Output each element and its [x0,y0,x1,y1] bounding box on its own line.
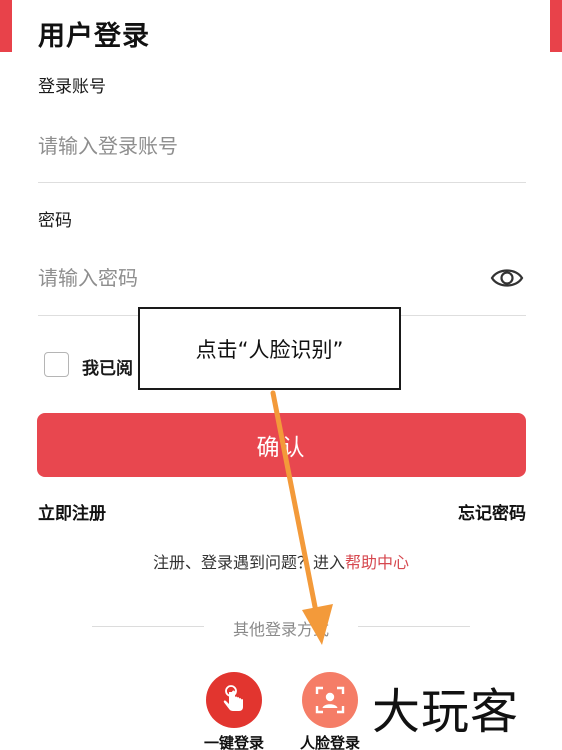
help-line: 注册、登录遇到问题？进入帮助中心 [0,549,562,573]
right-edge-accent [550,0,562,52]
face-scan-icon [302,672,358,728]
watermark-logo: 大玩客 [372,684,520,740]
other-login-title: 其他登录方式 [232,620,329,639]
account-input[interactable] [38,126,458,166]
confirm-button[interactable]: 确认 [37,413,526,477]
help-center-link[interactable]: 帮助中心 [345,553,409,572]
eye-icon[interactable] [490,264,524,292]
account-underline [38,182,526,183]
tap-hand-icon [206,672,262,728]
agreement-checkbox[interactable] [44,352,69,377]
face-login-button[interactable]: 人脸登录 [290,672,370,750]
password-input[interactable] [38,258,478,298]
annotation-callout: 点击“人脸识别” [138,307,401,390]
face-login-label: 人脸登录 [299,734,360,750]
register-link[interactable]: 立即注册 [38,499,106,524]
onekey-login-label: 一键登录 [203,734,264,750]
page-title: 用户登录 [38,21,150,52]
forgot-password-link[interactable]: 忘记密码 [458,499,526,524]
help-prefix: 注册、登录遇到问题？进入 [152,553,345,572]
left-edge-accent [0,0,12,52]
password-label: 密码 [38,211,72,231]
account-label: 登录账号 [38,77,106,97]
agreement-text: 我已阅 [82,359,133,379]
onekey-login-button[interactable]: 一键登录 [194,672,274,750]
